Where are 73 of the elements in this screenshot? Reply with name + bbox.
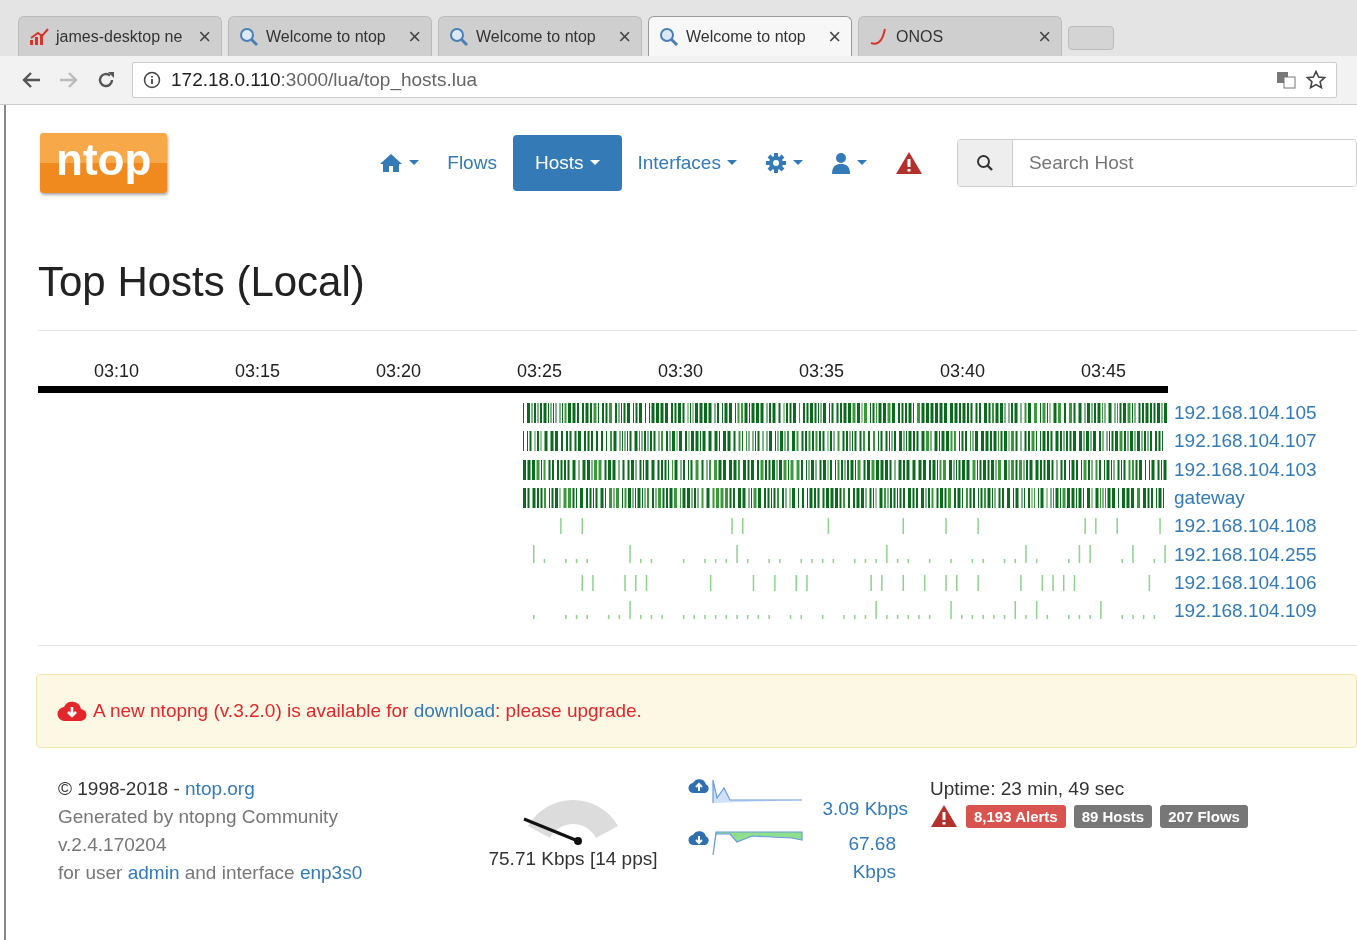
info-icon [143,71,161,89]
search-icon [449,26,469,47]
copyright-text: © 1998-2018 - ntop.org [58,778,256,801]
browser-tab[interactable]: Welcome to ntop × [438,16,642,56]
bar-chart-icon [29,27,49,46]
host-link[interactable]: 192.168.104.106 [1174,571,1317,594]
throughput-reading: 75.71 Kbps [14 pps] [488,848,658,871]
download-link[interactable]: download [413,700,496,722]
ntop-link[interactable]: ntop.org [185,778,255,800]
host-link[interactable]: 192.168.104.108 [1174,515,1317,538]
cloud-download-icon [57,700,87,723]
count-badge[interactable]: 89 Hosts [1073,804,1153,828]
time-tick-label: 03:45 [1081,361,1128,382]
upload-rate: 3.09 Kbps [821,798,908,821]
close-icon[interactable]: × [618,23,631,50]
close-icon[interactable]: × [198,23,211,50]
search-icon [975,153,994,172]
download-rate: 67.68 Kbps [847,832,896,885]
close-icon[interactable]: × [1038,23,1051,50]
browser-tab[interactable]: james-desktop ne × [18,16,222,56]
time-tick-label: 03:20 [376,361,423,382]
host-link[interactable]: 192.168.104.109 [1174,600,1317,623]
count-badge[interactable]: 207 Flows [1160,804,1248,828]
time-tick-label: 03:25 [517,361,564,382]
back-icon[interactable] [20,70,42,90]
tab-title: Welcome to ntop [476,27,597,46]
reload-icon[interactable] [96,70,116,90]
cloud-download-icon [688,830,710,847]
nav-item[interactable]: Interfaces [625,134,749,191]
uptime-text: Uptime: 23 min, 49 sec [930,778,1126,801]
browser-tab[interactable]: ONOS × [858,16,1062,56]
tab-title: Welcome to ntop [266,27,387,46]
browser-tab[interactable]: Welcome to ntop × [228,16,432,56]
user-text: for user admin and interface enp3s0 [58,862,364,885]
host-link[interactable]: 192.168.104.107 [1174,430,1317,453]
cloud-upload-icon [688,778,710,795]
time-tick-label: 03:40 [940,361,987,382]
page-title: Top Hosts (Local) [38,258,366,306]
interface-link[interactable]: enp3s0 [299,862,363,884]
notice-text: A new ntopng (v.3.2.0) is available for download: please upgrade. [93,700,642,723]
search-icon [659,26,679,47]
star-icon[interactable] [1306,70,1326,90]
settings-icon [764,151,787,174]
warning-icon [894,150,923,175]
generated-text: Generated by ntopng Community [58,806,339,829]
time-tick-label: 03:35 [799,361,846,382]
search-icon [239,26,259,47]
close-icon[interactable]: × [408,23,421,50]
nav-item[interactable]: Hosts [512,134,622,191]
time-tick-label: 03:10 [94,361,141,382]
user-link[interactable]: admin [127,862,180,884]
tab-title: ONOS [896,27,945,46]
url-text: 172.18.0.110:3000/lua/top_hosts.lua [171,69,478,91]
home-icon [379,152,404,173]
host-link[interactable]: gateway [1174,487,1245,510]
address-field[interactable]: 172.18.0.110:3000/lua/top_hosts.lua [132,62,1337,98]
swoosh-icon [869,27,889,46]
version-text: v.2.4.170204 [58,834,168,857]
warning-icon [930,804,958,829]
host-link[interactable]: 192.168.104.105 [1174,402,1317,425]
tab-title: james-desktop ne [56,27,184,46]
host-link[interactable]: 192.168.104.103 [1174,458,1317,481]
user-icon [830,151,851,174]
host-link[interactable]: 192.168.104.255 [1174,543,1317,566]
tab-title: Welcome to ntop [686,27,807,46]
close-icon[interactable]: × [828,23,841,50]
translate-icon[interactable] [1276,70,1296,90]
search-field[interactable]: Search Host [956,138,1357,187]
time-tick-label: 03:15 [235,361,282,382]
browser-tab[interactable]: Welcome to ntop × [648,16,852,56]
nav-item[interactable]: Flows [435,134,509,191]
time-tick-label: 03:30 [658,361,705,382]
count-badge[interactable]: 8,193 Alerts [966,804,1066,828]
